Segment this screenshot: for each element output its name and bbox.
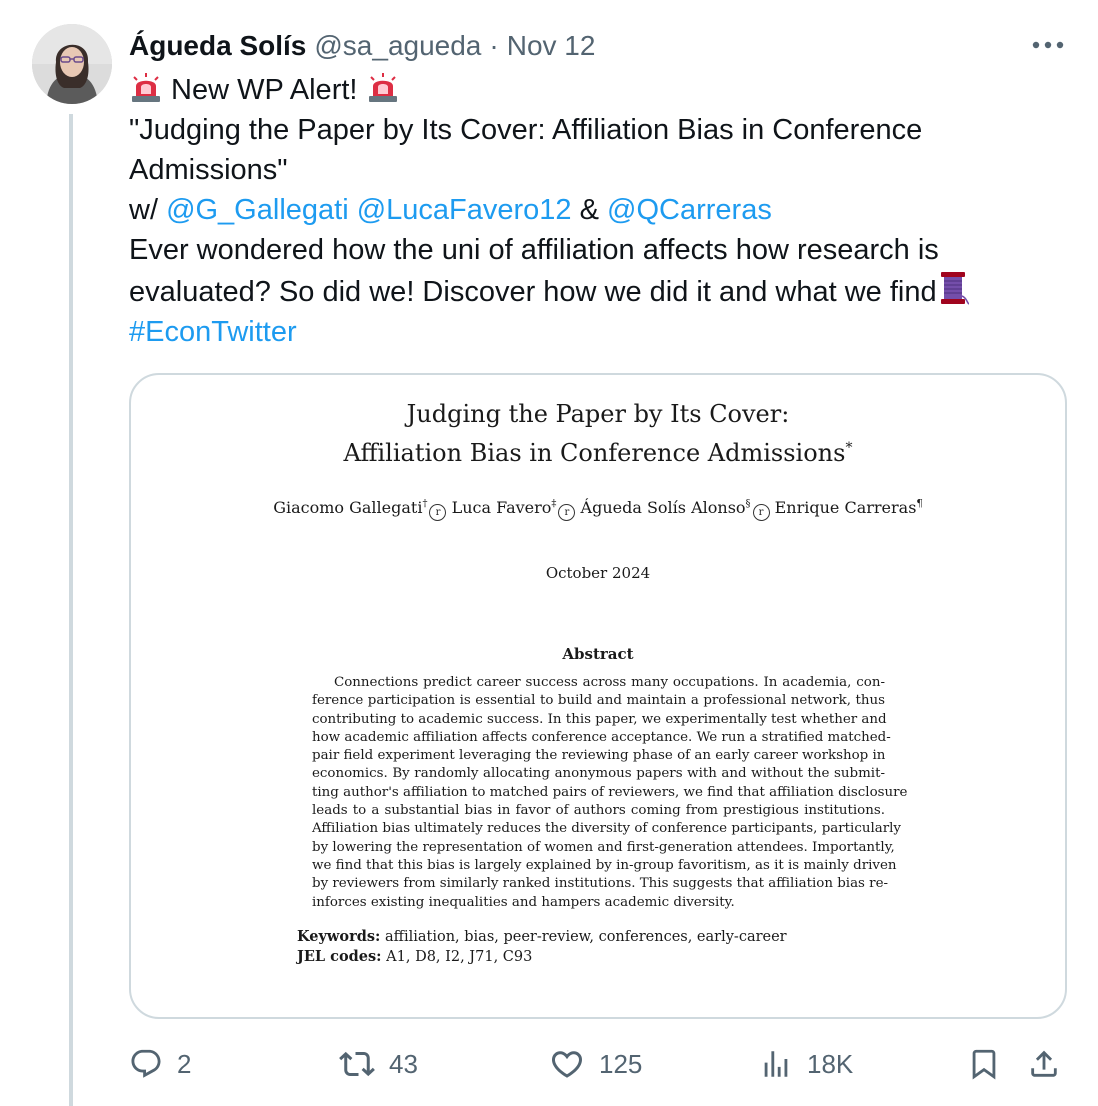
- repost-button[interactable]: 43: [339, 1040, 418, 1088]
- keywords-label: Keywords:: [297, 928, 381, 945]
- tweet-line-3: Admissions": [129, 154, 288, 186]
- author-footnote-mark: †: [422, 498, 428, 510]
- paper-authors: Giacomo Gallegati†r Luca Favero‡r Águeda…: [131, 498, 1065, 521]
- more-options-button[interactable]: [1026, 28, 1070, 62]
- abstract-line: by lowering the representation of women …: [312, 839, 895, 855]
- abstract-line: ting author's affiliation to matched pai…: [312, 784, 908, 800]
- reply-count: 2: [177, 1048, 192, 1079]
- separator-dot: ·: [489, 30, 499, 61]
- tweet-line-hashtag: #EconTwitter: [129, 312, 1059, 352]
- paper-title-line-1: Judging the Paper by Its Cover:: [406, 400, 790, 428]
- author-footnote-mark: ¶: [916, 498, 923, 510]
- paper-title: Judging the Paper by Its Cover: Affiliat…: [131, 397, 1065, 470]
- siren-emoji-icon: [132, 73, 160, 102]
- tweet-header: Águeda Solís @sa_agueda · Nov 12: [129, 26, 595, 66]
- paper-keywords: Keywords: affiliation, bias, peer-review…: [297, 927, 787, 967]
- with-prefix: w/: [129, 194, 167, 226]
- paper-title-line-2-text: Affiliation Bias in Conference Admission…: [343, 439, 846, 467]
- hashtag-link[interactable]: #EconTwitter: [129, 316, 297, 348]
- views-button[interactable]: 18K: [759, 1040, 853, 1088]
- paper-author: Águeda Solís Alonso: [580, 498, 746, 517]
- orcid-icon: r: [752, 504, 770, 521]
- abstract-line: we find that this bias is largely explai…: [312, 857, 897, 873]
- tweet-line-1-text: New WP Alert!: [163, 74, 366, 106]
- mention-link[interactable]: @QCarreras: [607, 194, 772, 226]
- mention-link[interactable]: @G_Gallegati: [166, 194, 349, 226]
- author-footnote-mark: §: [745, 498, 751, 510]
- jel-label: JEL codes:: [297, 948, 382, 965]
- paper-abstract-image: Judging the Paper by Its Cover: Affiliat…: [131, 375, 1065, 1017]
- orcid-icon: r: [429, 504, 447, 521]
- avatar-photo: [32, 24, 112, 104]
- paper-author: Enrique Carreras: [774, 498, 917, 517]
- abstract-line: leads to a substantial bias in favor of …: [312, 803, 885, 819]
- jel-row: JEL codes: A1, D8, I2, J71, C93: [297, 947, 787, 967]
- reply-button[interactable]: 2: [129, 1040, 191, 1088]
- author-footnote-mark: ‡: [551, 498, 557, 510]
- like-count: 125: [599, 1048, 643, 1079]
- paper-author: Luca Favero: [451, 498, 552, 517]
- tweet-line-6: evaluated? So did we! Discover how we di…: [129, 270, 1059, 312]
- orcid-icon: r: [558, 504, 576, 521]
- paper-date: October 2024: [545, 564, 651, 582]
- abstract-line: pair field experiment leveraging the rev…: [312, 748, 886, 764]
- abstract-line: contributing to academic success. In thi…: [312, 711, 887, 727]
- views-count: 18K: [807, 1048, 854, 1079]
- paper-title-line-2: Affiliation Bias in Conference Admission…: [131, 431, 1065, 470]
- action-bar: 2 43 125 18K: [129, 1040, 1069, 1088]
- paper-author: Giacomo Gallegati: [273, 498, 423, 517]
- like-button[interactable]: 125: [549, 1040, 642, 1088]
- keywords-value: affiliation, bias, peer-review, conferen…: [380, 929, 787, 945]
- tweet-line-2: "Judging the Paper by Its Cover: Affilia…: [129, 114, 923, 146]
- repost-count: 43: [389, 1048, 418, 1079]
- abstract-line: inforces existing inequalities and hampe…: [312, 894, 735, 910]
- abstract-line: by reviewers from similarly ranked insti…: [312, 876, 889, 892]
- tweet-text: New WP Alert! "Judging the Paper by Its …: [129, 70, 1059, 352]
- abstract-heading: Abstract: [562, 645, 634, 663]
- tweet-line-5: Ever wondered how the uni of affiliation…: [129, 234, 939, 266]
- author-handle[interactable]: @sa_agueda: [314, 30, 481, 62]
- keywords-row: Keywords: affiliation, bias, peer-review…: [297, 927, 787, 947]
- ampersand: &: [571, 194, 608, 226]
- bookmark-icon: [972, 1049, 996, 1080]
- jel-value: A1, D8, I2, J71, C93: [381, 949, 533, 965]
- abstract-line: economics. By randomly allocating anonym…: [312, 766, 885, 782]
- reply-icon: [131, 1049, 161, 1078]
- thread-line: [69, 114, 73, 1106]
- tweet-line-1: New WP Alert!: [129, 70, 1059, 110]
- abstract-line: Affiliation bias ultimately reduces the …: [312, 821, 901, 837]
- avatar[interactable]: [32, 24, 112, 104]
- siren-emoji-icon: [368, 73, 397, 102]
- share-button[interactable]: [1027, 1040, 1061, 1088]
- title-footnote-mark: *: [845, 440, 853, 456]
- abstract-body: Connections predict career success acros…: [312, 674, 908, 912]
- tweet-date[interactable]: Nov 12: [507, 30, 596, 62]
- abstract-line: Connections predict career success acros…: [334, 675, 885, 690]
- tweet-line-mentions: w/ @G_Gallegati @LucaFavero12 & @QCarrer…: [129, 190, 1059, 230]
- views-icon: [764, 1051, 788, 1077]
- more-icon: [1032, 41, 1064, 49]
- share-icon: [1031, 1050, 1057, 1077]
- bookmark-button[interactable]: [967, 1040, 1001, 1088]
- repost-icon: [339, 1051, 375, 1077]
- abstract-line: ference participation is essential to bu…: [312, 693, 885, 709]
- tweet-line-6-text: evaluated? So did we! Discover how we di…: [129, 276, 937, 308]
- media-image-card[interactable]: Judging the Paper by Its Cover: Affiliat…: [129, 373, 1067, 1019]
- abstract-line: how academic affiliation affects confere…: [312, 729, 891, 745]
- thread-spool-emoji-icon: [940, 272, 969, 305]
- mention-link[interactable]: @LucaFavero12: [357, 194, 572, 226]
- heart-icon: [551, 1051, 583, 1078]
- author-name[interactable]: Águeda Solís: [129, 30, 306, 62]
